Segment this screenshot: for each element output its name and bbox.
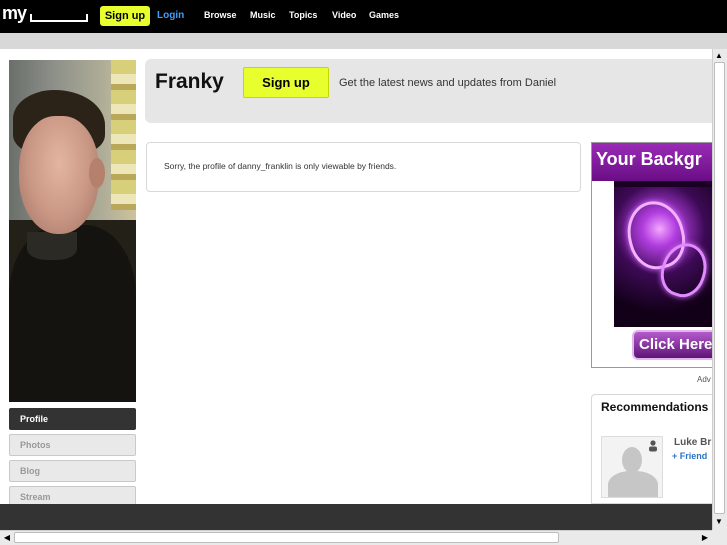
profile-header [145,59,727,123]
menu-item-blog[interactable]: Blog [9,460,136,482]
profile-name: Franky [155,70,224,93]
ad-label: Adv [697,375,711,384]
menu-item-photos[interactable]: Photos [9,434,136,456]
recommended-user-name[interactable]: Luke Br [674,437,711,448]
ad-headline: Your Backgr [592,143,726,181]
add-friend-link[interactable]: + Friend [672,451,707,461]
horizontal-scroll-thumb[interactable] [14,532,559,543]
nav-topics[interactable]: Topics [289,10,317,20]
recommendations-title: Recommendations [601,400,709,414]
menu-item-profile[interactable]: Profile [9,408,136,430]
news-text: Get the latest news and updates from Dan… [339,77,557,89]
nav-music[interactable]: Music [250,10,276,20]
top-signup-button[interactable]: Sign up [100,6,150,26]
scroll-left-arrow-icon[interactable]: ◀ [1,532,13,544]
header-strip [0,33,727,49]
bottom-bar [0,504,712,530]
profile-photo[interactable] [9,60,136,402]
site-logo[interactable]: my [2,3,27,24]
logo-underline [30,14,88,22]
login-link[interactable]: Login [157,10,184,21]
nav-games[interactable]: Games [369,10,399,20]
user-icon [649,440,657,452]
nav-video[interactable]: Video [332,10,356,20]
scroll-right-arrow-icon[interactable]: ▶ [699,532,711,544]
nav-browse[interactable]: Browse [204,10,237,20]
vertical-scroll-thumb[interactable] [714,62,725,514]
advertisement-banner[interactable]: Your Backgr Click Here [591,142,727,368]
private-profile-message: Sorry, the profile of danny_franklin is … [164,161,397,171]
profile-signup-button[interactable]: Sign up [243,67,329,98]
scrollbar-corner [712,530,727,545]
scroll-down-arrow-icon[interactable]: ▼ [713,516,725,528]
scroll-up-arrow-icon[interactable]: ▲ [713,50,725,62]
